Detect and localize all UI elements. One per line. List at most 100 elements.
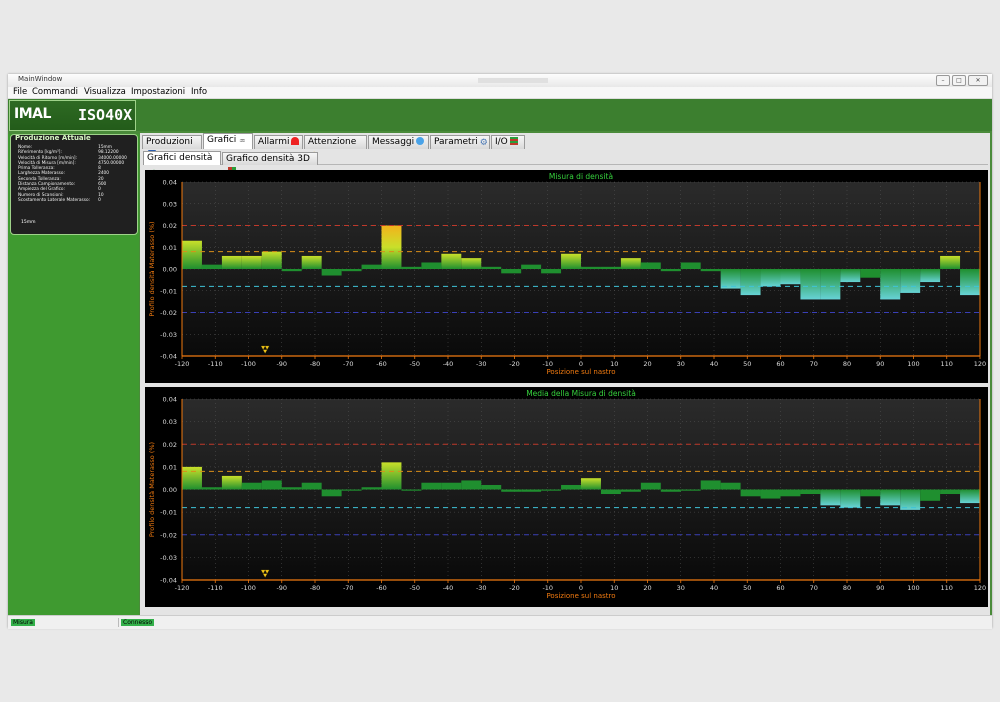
chart-subtabs: Grafici densità↗ Grafico densità 3D: [143, 150, 988, 176]
chart-icon: ♒: [239, 137, 246, 145]
y-tick-label: -0.02: [160, 531, 177, 539]
tab-label: Attenzione: [308, 137, 357, 147]
x-tick-label: 70: [810, 584, 818, 592]
density-bar: [800, 489, 821, 495]
y-tick-label: 0.03: [163, 200, 177, 208]
density-bar: [461, 480, 482, 490]
density-bar: [600, 266, 621, 269]
density-bar: [501, 269, 522, 274]
tab-label: Allarmi: [258, 137, 290, 147]
x-tick-label: 40: [710, 360, 718, 368]
x-tick-label: -20: [509, 584, 520, 592]
density-bar: [421, 262, 442, 269]
y-tick-label: -0.01: [160, 287, 177, 295]
y-tick-label: -0.02: [160, 309, 177, 317]
density-bar: [840, 269, 861, 283]
y-tick-label: 0.02: [163, 441, 177, 449]
x-tick-label: -60: [376, 360, 387, 368]
y-tick-label: -0.03: [160, 331, 177, 339]
menu-commandi[interactable]: Commandi: [32, 87, 78, 98]
minimize-icon[interactable]: –: [936, 75, 950, 86]
tab-grafici[interactable]: Grafici ♒: [203, 133, 253, 149]
density-bar: [620, 489, 641, 492]
density-bar: [960, 269, 980, 296]
production-title: Produzione Attuale: [15, 134, 91, 142]
density-bar: [341, 269, 362, 272]
main-window: MainWindow – □ ✕ File Commandi Visualizz…: [8, 74, 992, 629]
density-bar: [720, 269, 741, 289]
close-icon[interactable]: ✕: [968, 75, 988, 86]
subtab-grafici-densita[interactable]: Grafici densità↗: [143, 151, 221, 176]
x-tick-label: -10: [542, 360, 553, 368]
density-bar: [461, 258, 482, 269]
x-tick-label: -90: [276, 584, 287, 592]
y-tick-label: 0.00: [163, 266, 177, 274]
density-bar: [481, 484, 502, 490]
x-tick-label: 110: [941, 360, 953, 368]
logo-product: ISO40X: [78, 106, 133, 124]
density-bar: [820, 269, 841, 300]
density-bar: [640, 482, 661, 490]
average-density-chart-panel: 0.04 0.03 0.02 0.01 0.00 -0.01 -0.02 -0.03 -0.04…: [145, 387, 988, 607]
x-tick-label: 100: [907, 360, 919, 368]
average-density-chart: 0.040.030.020.010.00-0.01-0.02-0.03-0.04…: [148, 389, 986, 600]
y-tick-label: -0.01: [160, 509, 177, 517]
status-connesso-label: Connesso: [121, 619, 155, 626]
x-tick-label: 50: [743, 360, 751, 368]
density-bar: [920, 269, 941, 283]
x-tick-label: 20: [643, 584, 651, 592]
x-tick-label: 0: [579, 360, 583, 368]
x-tick-label: -80: [310, 584, 321, 592]
density-bar: [441, 253, 462, 269]
density-bar: [401, 489, 422, 491]
y-tick-label: 0.04: [163, 179, 177, 187]
tab-produzioni[interactable]: Produzioni: [142, 135, 202, 158]
density-bar: [301, 255, 322, 269]
density-bar: [182, 466, 202, 490]
density-bar: [860, 269, 881, 278]
menu-visualizza[interactable]: Visualizza: [84, 87, 126, 98]
density-bar: [441, 482, 462, 490]
density-bar: [880, 269, 901, 300]
menu-file[interactable]: File: [13, 87, 27, 98]
status-bar: Misura Connesso: [8, 615, 992, 629]
density-bar: [900, 489, 921, 510]
x-tick-label: 30: [677, 584, 685, 592]
density-bar: [660, 489, 681, 492]
subtab-grafico-3d[interactable]: Grafico densità 3D: [222, 152, 318, 175]
siren-icon: [291, 137, 300, 145]
x-tick-label: -30: [476, 584, 487, 592]
menu-bar: File Commandi Visualizza Impostazioni In…: [8, 87, 992, 99]
density-bar: [561, 484, 581, 490]
menu-info[interactable]: Info: [191, 87, 207, 98]
x-tick-label: 90: [876, 584, 884, 592]
production-row: Scostamento Laterale Materasso: 0: [18, 198, 127, 203]
density-bar: [182, 240, 202, 269]
main-content: Produzioni Grafici♒ Allarmi Attenzione⚠ …: [140, 133, 990, 615]
app-shell: IMAL ISO40X Produzione Attuale Nome: 15mm…: [8, 99, 992, 615]
x-tick-label: -50: [409, 360, 420, 368]
density-bar: [301, 482, 322, 490]
tab-io[interactable]: I/O: [491, 135, 525, 149]
tab-label: Messaggi: [372, 137, 415, 147]
x-tick-label: -70: [343, 360, 354, 368]
density-bar: [760, 269, 781, 287]
x-tick-label: 80: [843, 584, 851, 592]
blurred-caption: [478, 78, 548, 83]
x-tick-label: -20: [509, 360, 520, 368]
tab-label: Produzioni: [146, 137, 193, 147]
density-bar: [481, 266, 502, 269]
menu-impostazioni[interactable]: Impostazioni: [131, 87, 185, 98]
tab-messaggi[interactable]: Messaggi: [368, 135, 429, 149]
tab-allarmi[interactable]: Allarmi: [254, 135, 303, 149]
tab-label: I/O: [495, 137, 508, 147]
density-bar: [401, 266, 422, 269]
tab-attenzione[interactable]: Attenzione⚠: [304, 135, 367, 161]
y-tick-label: -0.03: [160, 554, 177, 562]
y-tick-label: 0.02: [163, 222, 177, 230]
y-tick-label: 0.03: [163, 418, 177, 426]
tab-parametri[interactable]: Parametri ⚙: [430, 135, 490, 149]
maximize-icon[interactable]: □: [952, 75, 966, 86]
density-bar: [201, 487, 222, 490]
y-axis-label: Profilo densità Materasso (%): [148, 221, 156, 316]
